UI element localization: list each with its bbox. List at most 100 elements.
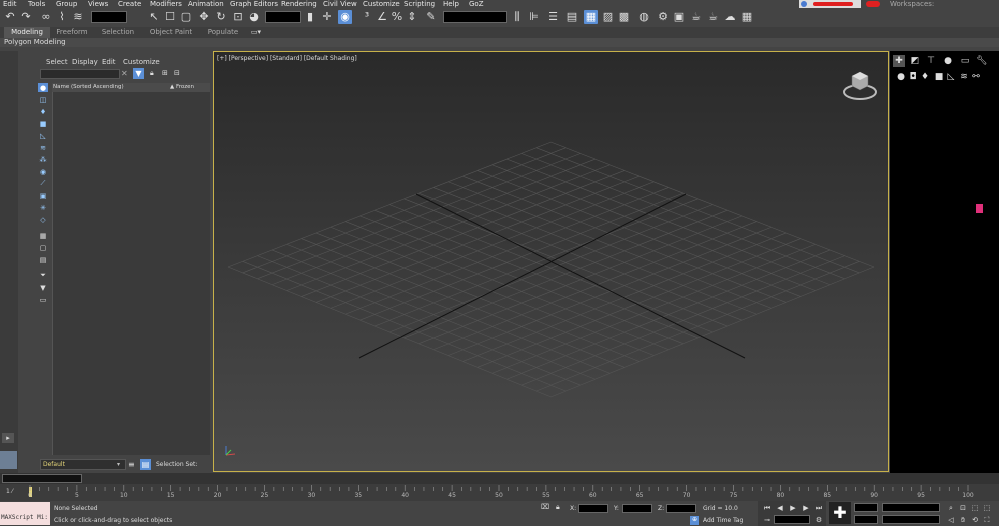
toggle-ribbon-icon[interactable]: ▦ [584, 10, 598, 24]
display-frozen-icon[interactable]: ✳ [38, 203, 48, 212]
play-icon[interactable]: ▶ [788, 503, 798, 513]
motion-tab-icon[interactable]: ● [942, 55, 954, 67]
tab-modeling[interactable]: Modeling [4, 27, 50, 38]
toggle-layer-explorer-icon[interactable]: ▤ [565, 10, 579, 24]
clear-search-icon[interactable]: ✕ [121, 69, 129, 79]
polygon-modeling-label[interactable]: Polygon Modeling [4, 38, 66, 47]
menu-group[interactable]: Group [56, 0, 77, 8]
display-all-icon[interactable]: ▦ [38, 231, 48, 240]
edit-named-sets-icon[interactable]: ✎ [424, 10, 438, 24]
ribbon-options-icon[interactable]: ▭▾ [248, 27, 264, 38]
link-icon[interactable]: ∞ [39, 10, 53, 24]
display-cameras-icon[interactable]: ■ [38, 119, 48, 128]
placement-icon[interactable]: ◕ [247, 10, 261, 24]
column-frozen-header[interactable]: ▲ Frozen [170, 84, 194, 90]
perspective-viewport[interactable]: [+] [Perspective] [Standard] [Default Sh… [213, 51, 889, 472]
sync-selection-icon[interactable]: ⊟ [174, 69, 184, 79]
current-frame-field[interactable] [774, 515, 810, 524]
isolate-selection-icon[interactable]: ⌧ [541, 503, 550, 512]
cameras-icon[interactable]: ■ [933, 71, 945, 83]
named-selection-sets-dropdown[interactable] [443, 11, 507, 23]
filter-icon[interactable]: ▼ [133, 68, 144, 79]
lights-icon[interactable]: ♦ [919, 71, 931, 83]
key-mode-icon[interactable]: ⊸ [762, 515, 772, 525]
menu-rendering[interactable]: Rendering [281, 0, 317, 8]
bind-spacewarp-icon[interactable]: ≋ [71, 10, 85, 24]
chevron-down-icon[interactable]: ▾ [117, 459, 125, 470]
selection-filter-dropdown[interactable] [91, 11, 127, 23]
explorer-menu-select[interactable]: Select [46, 57, 68, 67]
curve-editor-icon[interactable]: ▨ [601, 10, 615, 24]
previous-frame-icon[interactable]: ◀ [775, 503, 785, 513]
x-coordinate-field[interactable] [578, 504, 608, 513]
next-frame-icon[interactable]: ▶ [801, 503, 811, 513]
explorer-menu-customize[interactable]: Customize [123, 57, 160, 67]
go-to-end-icon[interactable]: ⏭ [814, 503, 824, 513]
zoom-extents-all-icon[interactable]: ⬚ [982, 503, 992, 513]
render-iterative-icon[interactable]: ☕ [706, 10, 720, 24]
field-of-view-icon[interactable]: ◁ [946, 515, 956, 525]
viewport-layout-tab[interactable] [0, 451, 17, 469]
key-filter-field[interactable] [854, 503, 878, 512]
spacewarps-icon[interactable]: ≋ [958, 71, 970, 83]
tab-selection[interactable]: Selection [98, 27, 138, 38]
display-helpers-icon[interactable]: ◺ [38, 131, 48, 140]
rotate-icon[interactable]: ↻ [214, 10, 228, 24]
display-spacewarps-icon[interactable]: ≋ [38, 143, 48, 152]
zoom-extents-icon[interactable]: ⬚ [970, 503, 980, 513]
display-none-icon[interactable]: ▢ [38, 243, 48, 252]
render-in-cloud-icon[interactable]: ☁ [723, 10, 737, 24]
zoom-all-icon[interactable]: ⊡ [958, 503, 968, 513]
auto-key-field[interactable] [882, 503, 940, 512]
layers-icon[interactable]: ≡ [128, 459, 138, 470]
align-icon[interactable]: ⊫ [527, 10, 541, 24]
unlink-icon[interactable]: ⌇ [55, 10, 69, 24]
menu-goz[interactable]: GoZ [469, 0, 484, 8]
shapes-icon[interactable]: ◘ [907, 71, 919, 83]
menu-help[interactable]: Help [443, 0, 459, 8]
toggle-scene-explorer-icon[interactable]: ☰ [546, 10, 560, 24]
menu-civil-view[interactable]: Civil View [323, 0, 357, 8]
time-config-icon[interactable]: ⚙ [814, 515, 824, 525]
explorer-search-input[interactable] [40, 69, 120, 79]
display-containers-icon[interactable]: ▣ [38, 191, 48, 200]
material-editor-icon[interactable]: ◍ [637, 10, 651, 24]
reference-coord-dropdown[interactable] [265, 11, 301, 23]
rect-selection-icon[interactable]: ▢ [179, 10, 193, 24]
display-shapes-icon[interactable]: ◫ [38, 95, 48, 104]
helpers-icon[interactable]: ◺ [945, 71, 957, 83]
display-tab-icon[interactable]: ▭ [959, 55, 971, 67]
display-groups-icon[interactable]: ⁂ [38, 155, 48, 164]
snaps-toggle-icon[interactable]: ³ [360, 10, 374, 24]
select-manipulate-icon[interactable]: ✛ [320, 10, 334, 24]
display-lights-icon[interactable]: ♦ [38, 107, 48, 116]
timeline[interactable]: 1 ⁄ 0 5 10 15 20 25 30 35 40 45 50 55 60 65 70 75 80 85 90… [0, 484, 999, 501]
time-tag-icon[interactable]: ⊕ [690, 516, 699, 525]
zoom-icon[interactable]: ⌕ [946, 503, 956, 513]
maxscript-listener[interactable]: MAXScript Mi: [0, 502, 50, 525]
user-signin-field[interactable] [799, 0, 861, 8]
display-hidden-icon[interactable]: ◇ [38, 215, 48, 224]
go-to-start-icon[interactable]: ⏮ [762, 503, 772, 513]
menu-edit[interactable]: Edit [3, 0, 17, 8]
menu-customize[interactable]: Customize [363, 0, 400, 8]
selection-lock-icon[interactable]: 🔒︎ [556, 503, 565, 512]
tab-object-paint[interactable]: Object Paint [148, 27, 194, 38]
render-production-icon[interactable]: ☕ [689, 10, 703, 24]
scale-icon[interactable]: ⊡ [231, 10, 245, 24]
pan-icon[interactable]: ✋︎ [958, 515, 968, 525]
mirror-icon[interactable]: ⫼ [510, 10, 524, 24]
menu-modifiers[interactable]: Modifiers [150, 0, 182, 8]
utilities-tab-icon[interactable]: 🔧︎ [976, 55, 988, 67]
display-geometry-icon[interactable]: ● [38, 83, 48, 92]
rendered-frame-window-icon[interactable]: ▣ [672, 10, 686, 24]
undo-icon[interactable]: ↶ [3, 10, 17, 24]
time-slider[interactable] [2, 474, 82, 483]
folder-icon[interactable]: ▭ [38, 295, 48, 304]
percent-snap-icon[interactable]: % [390, 10, 404, 24]
geometry-icon[interactable]: ● [895, 71, 907, 83]
menu-tools[interactable]: Tools [28, 0, 45, 8]
set-key-field[interactable] [882, 515, 940, 524]
display-xrefs-icon[interactable]: ◉ [38, 167, 48, 176]
menu-scripting[interactable]: Scripting [404, 0, 435, 8]
